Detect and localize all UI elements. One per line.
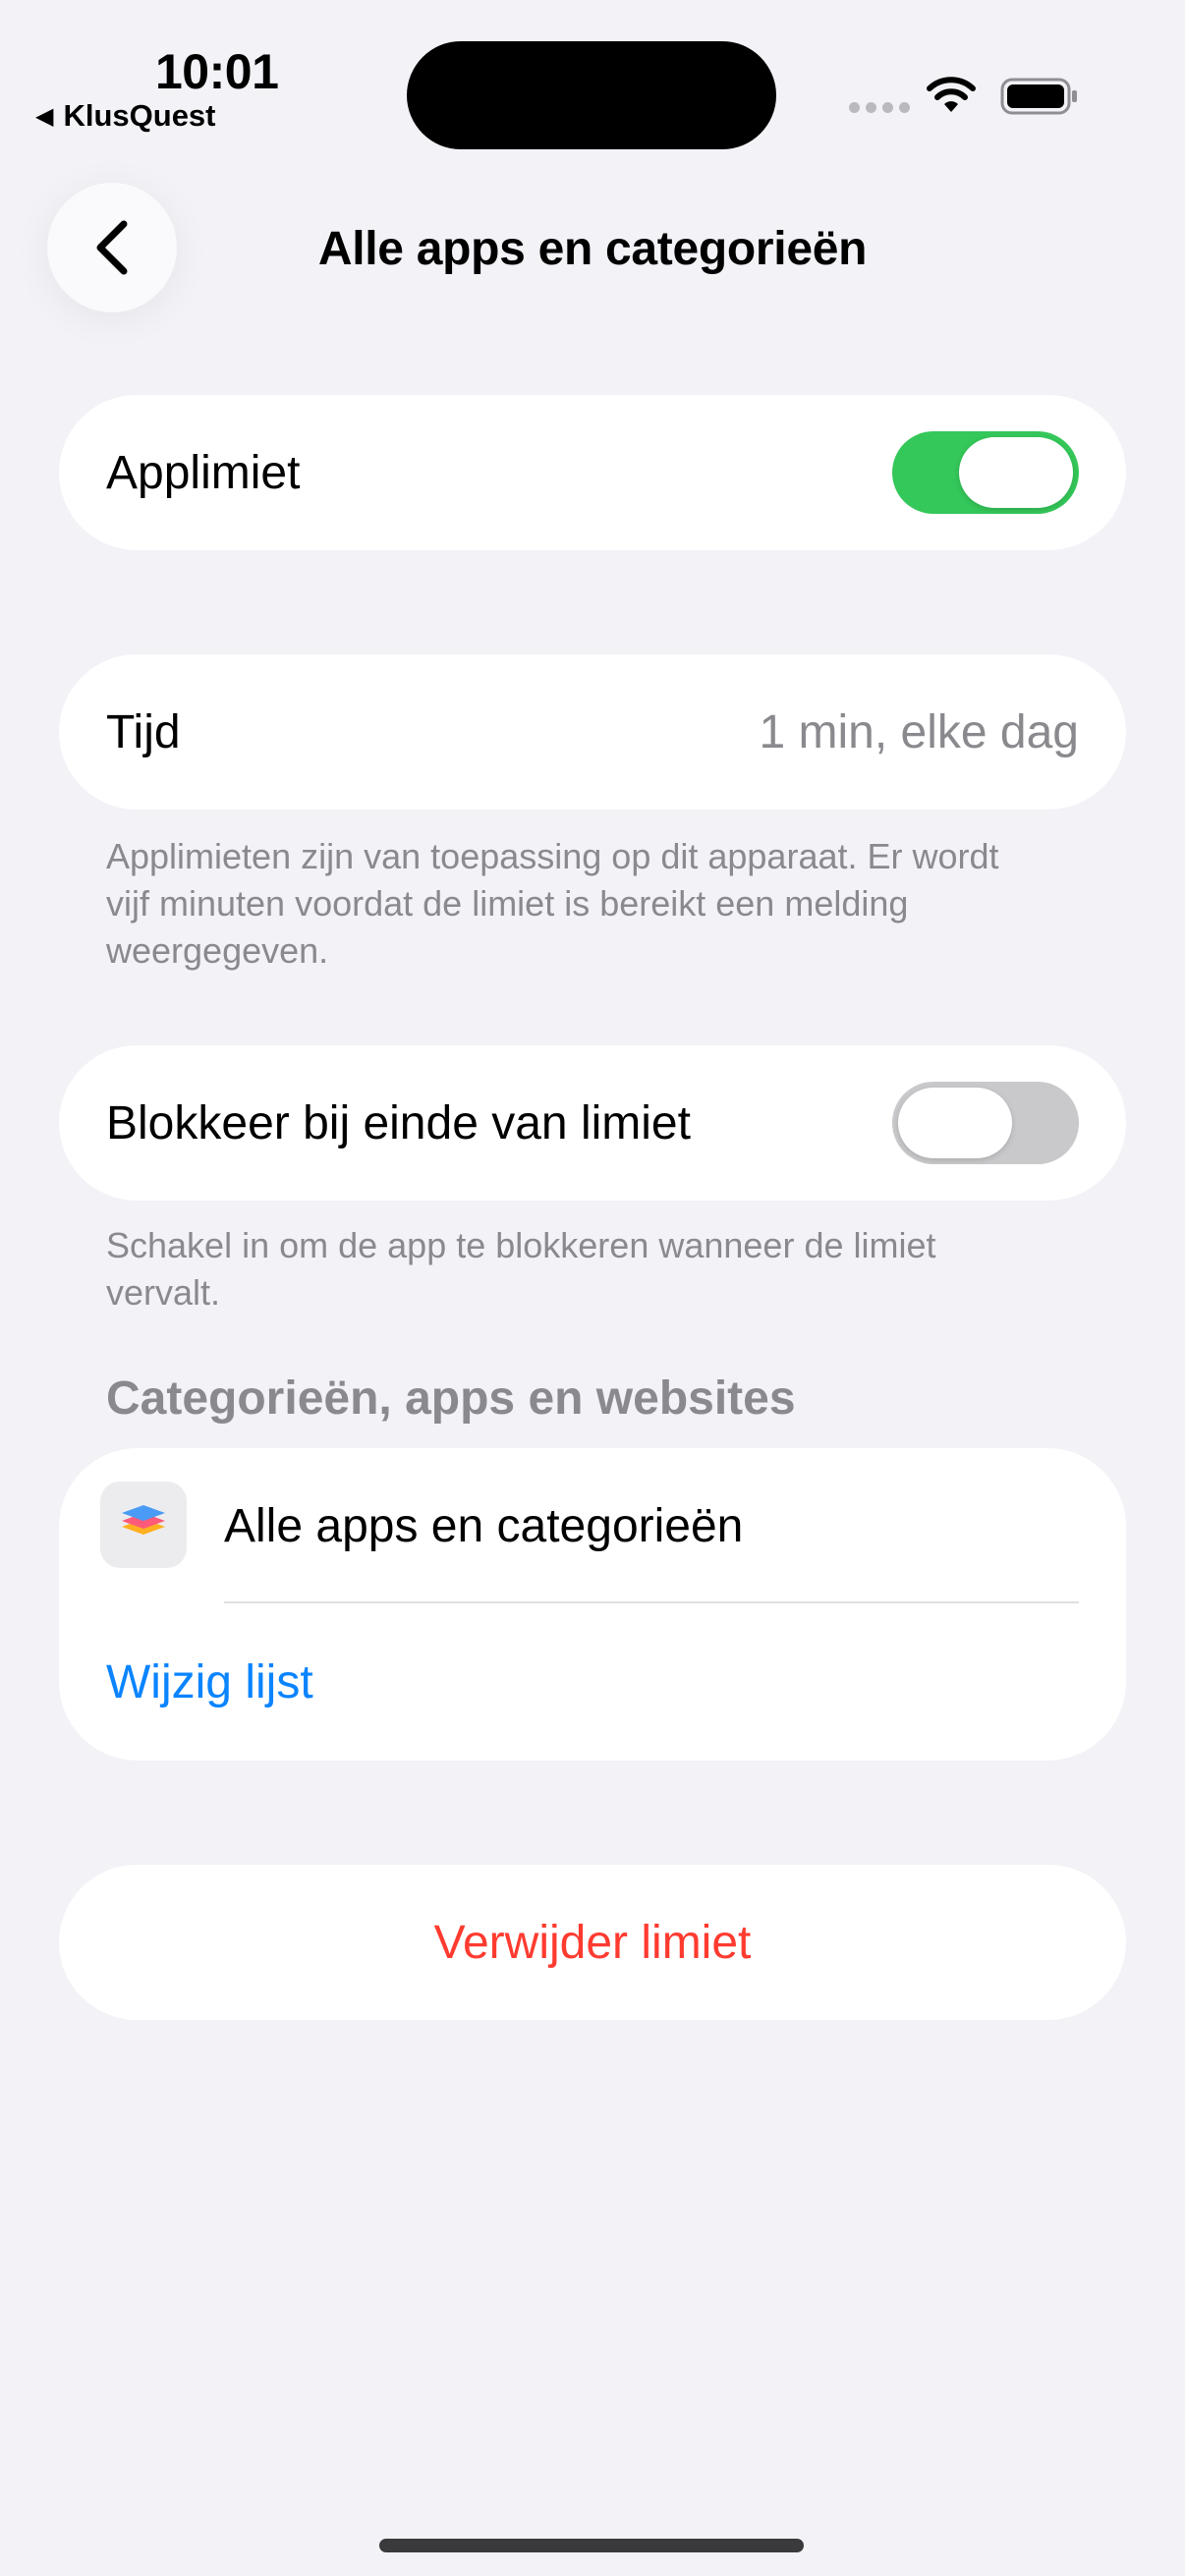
toggle-knob: [898, 1088, 1012, 1158]
categories-section-header: Categorieën, apps en websites: [106, 1372, 796, 1425]
app-limit-toggle[interactable]: [892, 431, 1079, 514]
home-indicator[interactable]: [379, 2539, 804, 2552]
block-footnote: Schakel in om de app te blokkeren wannee…: [106, 1225, 936, 1313]
cellular-signal-icon: [849, 102, 910, 113]
time-value: 1 min, elke dag: [759, 705, 1079, 758]
list-item: Alle apps en categorieën: [59, 1448, 1126, 1603]
dynamic-island: [407, 41, 776, 149]
app-limit-row: Applimiet: [59, 395, 1126, 550]
block-card: Blokkeer bij einde van limiet: [59, 1045, 1126, 1201]
block-row: Blokkeer bij einde van limiet: [59, 1045, 1126, 1201]
categories-card: Alle apps en categorieën Wijzig lijst: [59, 1448, 1126, 1761]
battery-icon: [1000, 78, 1077, 115]
back-triangle-icon: ◀: [35, 102, 54, 130]
status-time: 10:01: [155, 44, 279, 99]
app-limit-label: Applimiet: [106, 446, 301, 499]
time-row[interactable]: Tijd 1 min, elke dag: [59, 654, 1126, 810]
block-toggle[interactable]: [892, 1082, 1079, 1164]
toggle-knob: [959, 437, 1073, 508]
block-label: Blokkeer bij einde van limiet: [106, 1096, 691, 1149]
list-item-label: Alle apps en categorieën: [224, 1500, 744, 1552]
time-footnote: Applimieten zijn van toepassing op dit a…: [106, 836, 999, 971]
divider: [224, 1601, 1079, 1603]
stack-layers-icon: [100, 1482, 187, 1568]
screen: 10:01 ◀ KlusQuest Alle apps en categorie…: [0, 0, 1185, 2576]
time-label: Tijd: [106, 705, 181, 758]
delete-limit-button[interactable]: Verwijder limiet: [59, 1865, 1126, 2020]
back-to-app-link[interactable]: ◀ KlusQuest: [35, 98, 216, 134]
time-card[interactable]: Tijd 1 min, elke dag: [59, 654, 1126, 810]
edit-list-link[interactable]: Wijzig lijst: [59, 1603, 1126, 1761]
back-app-label: KlusQuest: [63, 98, 216, 133]
app-limit-card: Applimiet: [59, 395, 1126, 550]
page-title: Alle apps en categorieën: [317, 223, 868, 275]
delete-limit-card[interactable]: Verwijder limiet: [59, 1865, 1126, 2020]
wifi-icon: [927, 77, 976, 112]
